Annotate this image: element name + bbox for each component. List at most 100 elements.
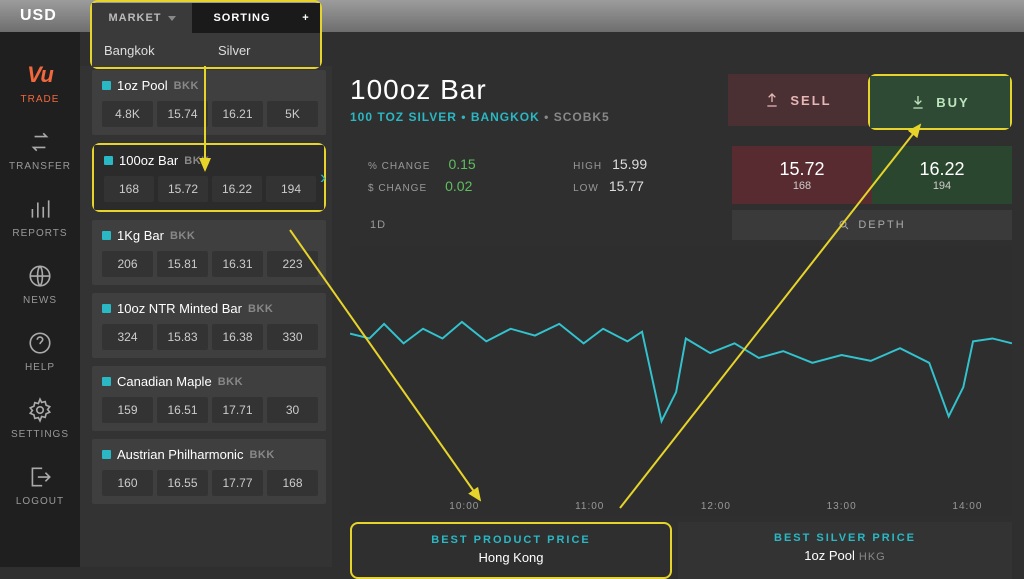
nav-news[interactable]: NEWS: [0, 263, 80, 306]
instrument-list[interactable]: 1oz Pool BKK 4.8K 15.74 16.21 5K 100oz B…: [80, 66, 332, 567]
best-silver-loc: HKG: [859, 551, 886, 563]
bid: 15.83: [157, 324, 208, 350]
best-ask-cell[interactable]: 16.22 194: [872, 146, 1012, 204]
product-code: SCOBK5: [554, 110, 610, 124]
instrument-row-selected[interactable]: 100oz Bar BKK 168 15.72 16.22 194 ›: [94, 145, 324, 210]
chart-xtick: 14:00: [952, 501, 982, 512]
usd-change-label: $ CHANGE: [368, 183, 427, 194]
metal-color-icon: [102, 377, 111, 386]
depth-button[interactable]: DEPTH: [732, 210, 1012, 240]
download-icon: [910, 94, 926, 110]
ask: 17.71: [212, 397, 263, 423]
instrument-loc: BKK: [218, 376, 243, 388]
left-nav: Vu TRADE TRANSFER REPORTS NEWS HELP SETT…: [0, 32, 80, 567]
instrument-name: 1oz Pool: [117, 78, 168, 93]
brand-logo-icon: Vu: [0, 62, 80, 88]
search-icon: [838, 219, 850, 231]
metal-color-icon: [104, 156, 113, 165]
low-label: LOW: [573, 183, 599, 194]
high-label: HIGH: [573, 161, 602, 172]
ask-qty: 330: [267, 324, 318, 350]
instrument-row[interactable]: 1Kg Bar BKK 206 15.81 16.31 223: [92, 220, 326, 285]
price-chart[interactable]: 10:00 11:00 12:00 13:00 14:00: [350, 246, 1012, 516]
bid-qty: 160: [102, 470, 153, 496]
best-silver-label: BEST SILVER PRICE: [686, 532, 1004, 544]
best-product-value: Hong Kong: [360, 550, 662, 565]
gear-icon: [27, 397, 53, 423]
instrument-name: 100oz Bar: [119, 153, 178, 168]
currency-selector[interactable]: USD: [20, 7, 57, 25]
bid-qty: 159: [102, 397, 153, 423]
instrument-row[interactable]: Canadian Maple BKK 159 16.51 17.71 30: [92, 366, 326, 431]
nav-transfer-label: TRANSFER: [9, 161, 71, 172]
bid-qty: 324: [102, 324, 153, 350]
chart-xtick: 13:00: [827, 501, 857, 512]
help-icon: [27, 330, 53, 356]
buy-label: BUY: [936, 95, 969, 110]
upload-icon: [764, 92, 780, 108]
chart-timeframe[interactable]: 1D: [350, 210, 732, 240]
best-silver-price-panel[interactable]: BEST SILVER PRICE 1oz PoolHKG: [678, 522, 1012, 579]
stats-row: % CHANGE0.15 $ CHANGE0.02 HIGH15.99 LOW1…: [350, 146, 1012, 204]
metal-color-icon: [102, 450, 111, 459]
nav-settings-label: SETTINGS: [11, 429, 69, 440]
instrument-row[interactable]: 1oz Pool BKK 4.8K 15.74 16.21 5K: [92, 70, 326, 135]
ask: 16.31: [212, 251, 263, 277]
tab-market-label: MARKET: [108, 12, 161, 24]
nav-settings[interactable]: SETTINGS: [0, 397, 80, 440]
instrument-name: Austrian Philharmonic: [117, 447, 243, 462]
bid: 16.55: [157, 470, 208, 496]
buy-price: 16.22: [919, 159, 964, 180]
bid: 16.51: [157, 397, 208, 423]
filter-location[interactable]: Bangkok: [92, 33, 206, 67]
nav-logout-label: LOGOUT: [16, 496, 64, 507]
best-bid-cell[interactable]: 15.72 168: [732, 146, 872, 204]
instrument-loc: BKK: [249, 449, 274, 461]
buy-button[interactable]: BUY: [870, 76, 1010, 128]
ask: 17.77: [212, 470, 263, 496]
tab-sorting[interactable]: SORTING: [192, 3, 292, 33]
product-spec: 100 TOZ SILVER: [350, 110, 457, 124]
instrument-loc: BKK: [170, 230, 195, 242]
best-product-highlight: BEST PRODUCT PRICE Hong Kong: [350, 522, 672, 579]
sell-button[interactable]: SELL: [728, 74, 868, 126]
instrument-loc: BKK: [184, 155, 209, 167]
ask-qty: 223: [267, 251, 318, 277]
sell-label: SELL: [790, 93, 831, 108]
tab-market[interactable]: MARKET: [92, 3, 192, 33]
low-value: 15.77: [609, 178, 644, 194]
product-detail-panel: 100oz Bar 100 TOZ SILVER • BANGKOK • SCO…: [332, 66, 1024, 567]
sell-qty: 168: [793, 180, 811, 192]
instrument-loc: BKK: [248, 303, 273, 315]
nav-reports[interactable]: REPORTS: [0, 196, 80, 239]
ask: 16.38: [212, 324, 263, 350]
instrument-name: Canadian Maple: [117, 374, 212, 389]
nav-trade-label: TRADE: [21, 94, 60, 105]
tab-add[interactable]: +: [292, 3, 320, 33]
nav-logout[interactable]: LOGOUT: [0, 464, 80, 507]
ask-qty: 5K: [267, 101, 318, 127]
metal-color-icon: [102, 304, 111, 313]
best-product-price-panel[interactable]: BEST PRODUCT PRICE Hong Kong: [352, 524, 670, 577]
chevron-right-icon: ›: [320, 167, 326, 188]
reports-icon: [27, 196, 53, 222]
instrument-row[interactable]: Austrian Philharmonic BKK 160 16.55 17.7…: [92, 439, 326, 504]
filter-metal[interactable]: Silver: [206, 33, 320, 67]
chart-xtick: 10:00: [449, 501, 479, 512]
tab-sorting-label: SORTING: [213, 12, 270, 24]
logout-icon: [27, 464, 53, 490]
best-product-label: BEST PRODUCT PRICE: [360, 534, 662, 546]
buy-qty: 194: [933, 180, 951, 192]
ask-qty: 194: [266, 176, 316, 202]
nav-trade[interactable]: Vu TRADE: [0, 62, 80, 105]
pct-change: 0.15: [448, 156, 475, 172]
product-location: BANGKOK: [471, 110, 540, 124]
filter-location-label: Bangkok: [104, 43, 155, 58]
instrument-row[interactable]: 10oz NTR Minted Bar BKK 324 15.83 16.38 …: [92, 293, 326, 358]
ask: 16.22: [212, 176, 262, 202]
nav-help[interactable]: HELP: [0, 330, 80, 373]
depth-label: DEPTH: [858, 219, 905, 231]
nav-transfer[interactable]: TRANSFER: [0, 129, 80, 172]
instrument-name: 1Kg Bar: [117, 228, 164, 243]
metal-color-icon: [102, 231, 111, 240]
